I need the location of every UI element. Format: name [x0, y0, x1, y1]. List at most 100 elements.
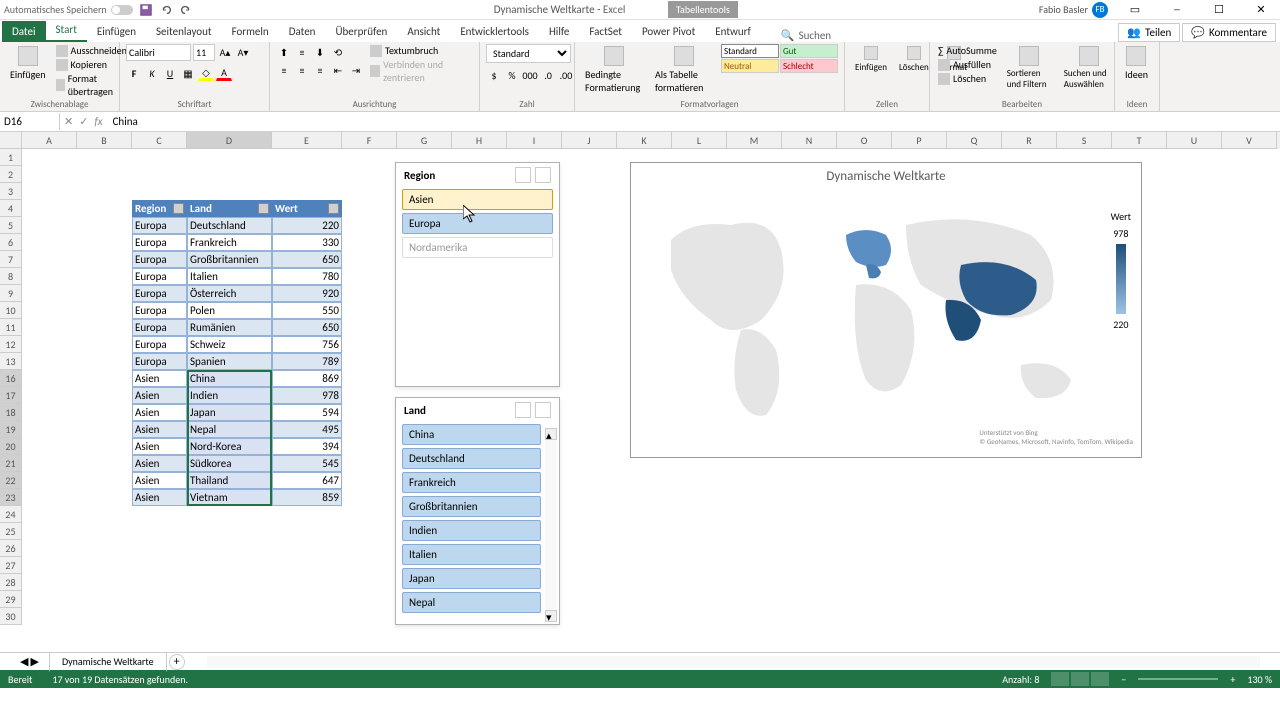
- row-header-20[interactable]: 20: [0, 438, 22, 455]
- tab-entwicklertools[interactable]: Entwicklertools: [450, 21, 539, 42]
- zoom-level[interactable]: 130 %: [1247, 673, 1272, 686]
- sheet-nav-next-icon[interactable]: ▶: [30, 655, 38, 668]
- table-cell[interactable]: Asien: [132, 438, 187, 455]
- col-header-P[interactable]: P: [892, 132, 947, 149]
- slicer-item-nepal[interactable]: Nepal: [402, 592, 541, 613]
- decimal-decrease-button[interactable]: .00: [558, 67, 574, 83]
- tab-seitenlayout[interactable]: Seitenlayout: [146, 21, 222, 42]
- insert-cells-button[interactable]: Einfügen: [851, 44, 891, 75]
- table-cell[interactable]: Südkorea: [187, 455, 272, 472]
- row-header-22[interactable]: 22: [0, 472, 22, 489]
- autosave-toggle[interactable]: Automatisches Speichern: [4, 3, 133, 16]
- cut-button[interactable]: Ausschneiden: [54, 44, 129, 57]
- tab-datei[interactable]: Datei: [2, 21, 46, 42]
- table-cell[interactable]: 650: [272, 251, 342, 268]
- share-button[interactable]: 👥Teilen: [1118, 23, 1180, 42]
- row-header-25[interactable]: 25: [0, 523, 22, 540]
- view-normal-button[interactable]: [1051, 672, 1069, 686]
- currency-button[interactable]: $: [486, 67, 502, 83]
- table-cell[interactable]: Schweiz: [187, 336, 272, 353]
- col-header-B[interactable]: B: [77, 132, 132, 149]
- row-header-27[interactable]: 27: [0, 557, 22, 574]
- slicer-item-nordamerika[interactable]: Nordamerika: [402, 237, 553, 258]
- font-size-select[interactable]: [193, 44, 215, 61]
- find-select-button[interactable]: Suchen und Auswählen: [1060, 44, 1118, 92]
- table-cell[interactable]: Vietnam: [187, 489, 272, 506]
- redo-icon[interactable]: [179, 3, 193, 17]
- zoom-in-button[interactable]: +: [1230, 673, 1235, 686]
- indent-decrease-button[interactable]: ⇤: [330, 62, 346, 78]
- table-cell[interactable]: Europa: [132, 336, 187, 353]
- col-header-J[interactable]: J: [562, 132, 617, 149]
- table-cell[interactable]: Asien: [132, 455, 187, 472]
- scrollbar-track[interactable]: [545, 440, 557, 610]
- row-header-7[interactable]: 7: [0, 251, 22, 268]
- table-cell[interactable]: 780: [272, 268, 342, 285]
- table-cell[interactable]: 789: [272, 353, 342, 370]
- multi-select-icon[interactable]: [515, 167, 531, 183]
- table-header-region[interactable]: Region: [132, 200, 187, 217]
- enter-formula-icon[interactable]: ✓: [79, 115, 88, 128]
- border-button[interactable]: ▦: [180, 65, 196, 81]
- col-header-I[interactable]: I: [507, 132, 562, 149]
- col-header-M[interactable]: M: [727, 132, 782, 149]
- style-schlecht[interactable]: Schlecht: [780, 59, 838, 73]
- table-cell[interactable]: Nord-Korea: [187, 438, 272, 455]
- table-cell[interactable]: Europa: [132, 251, 187, 268]
- align-middle-button[interactable]: ≡: [294, 44, 310, 60]
- tab-start[interactable]: Start: [46, 19, 87, 42]
- comments-button[interactable]: 💬Kommentare: [1182, 23, 1276, 42]
- row-header-5[interactable]: 5: [0, 217, 22, 234]
- delete-cells-button[interactable]: Löschen: [895, 44, 933, 75]
- clear-button[interactable]: Löschen: [936, 72, 999, 85]
- slicer-item-großbritannien[interactable]: Großbritannien: [402, 496, 541, 517]
- minimize-icon[interactable]: ─: [1162, 1, 1192, 19]
- table-cell[interactable]: China: [187, 370, 272, 387]
- autosum-button[interactable]: ∑AutoSumme: [936, 44, 999, 57]
- table-cell[interactable]: 330: [272, 234, 342, 251]
- col-header-K[interactable]: K: [617, 132, 672, 149]
- tell-me-search[interactable]: 🔍 Suchen: [781, 29, 831, 42]
- col-header-O[interactable]: O: [837, 132, 892, 149]
- region-slicer[interactable]: Region AsienEuropaNordamerika: [395, 162, 560, 387]
- align-right-button[interactable]: ≡: [312, 62, 328, 78]
- slicer-item-deutschland[interactable]: Deutschland: [402, 448, 541, 469]
- row-header-13[interactable]: 13: [0, 353, 22, 370]
- row-header-4[interactable]: 4: [0, 200, 22, 217]
- table-cell[interactable]: Europa: [132, 302, 187, 319]
- table-header-land[interactable]: Land: [187, 200, 272, 217]
- sheet-nav-prev-icon[interactable]: ◀: [20, 655, 28, 668]
- row-header-9[interactable]: 9: [0, 285, 22, 302]
- style-standard[interactable]: Standard: [721, 44, 779, 58]
- zoom-out-button[interactable]: −: [1121, 673, 1126, 686]
- tab-entwurf[interactable]: Entwurf: [705, 21, 761, 42]
- slicer-item-frankreich[interactable]: Frankreich: [402, 472, 541, 493]
- conditional-format-button[interactable]: Bedingte Formatierung: [581, 44, 647, 96]
- col-header-C[interactable]: C: [132, 132, 187, 149]
- col-header-T[interactable]: T: [1112, 132, 1167, 149]
- row-header-3[interactable]: 3: [0, 183, 22, 200]
- table-cell[interactable]: Indien: [187, 387, 272, 404]
- font-color-button[interactable]: A: [216, 65, 232, 81]
- indent-increase-button[interactable]: ⇥: [348, 62, 364, 78]
- number-format-select[interactable]: Standard: [486, 44, 571, 63]
- col-header-L[interactable]: L: [672, 132, 727, 149]
- slicer-item-china[interactable]: China: [402, 424, 541, 445]
- table-cell[interactable]: 650: [272, 319, 342, 336]
- table-cell[interactable]: 394: [272, 438, 342, 455]
- tab-daten[interactable]: Daten: [279, 21, 326, 42]
- percent-button[interactable]: %: [504, 67, 520, 83]
- align-top-button[interactable]: ⬆: [276, 44, 292, 60]
- select-all-corner[interactable]: [0, 132, 22, 149]
- table-cell[interactable]: 594: [272, 404, 342, 421]
- col-header-F[interactable]: F: [342, 132, 397, 149]
- table-cell[interactable]: Nepal: [187, 421, 272, 438]
- table-cell[interactable]: Europa: [132, 268, 187, 285]
- row-header-24[interactable]: 24: [0, 506, 22, 523]
- table-cell[interactable]: 220: [272, 217, 342, 234]
- col-header-N[interactable]: N: [782, 132, 837, 149]
- style-neutral[interactable]: Neutral: [721, 59, 779, 73]
- tab-ueberpruefen[interactable]: Überprüfen: [325, 21, 397, 42]
- table-cell[interactable]: Asien: [132, 370, 187, 387]
- copy-button[interactable]: Kopieren: [54, 58, 129, 71]
